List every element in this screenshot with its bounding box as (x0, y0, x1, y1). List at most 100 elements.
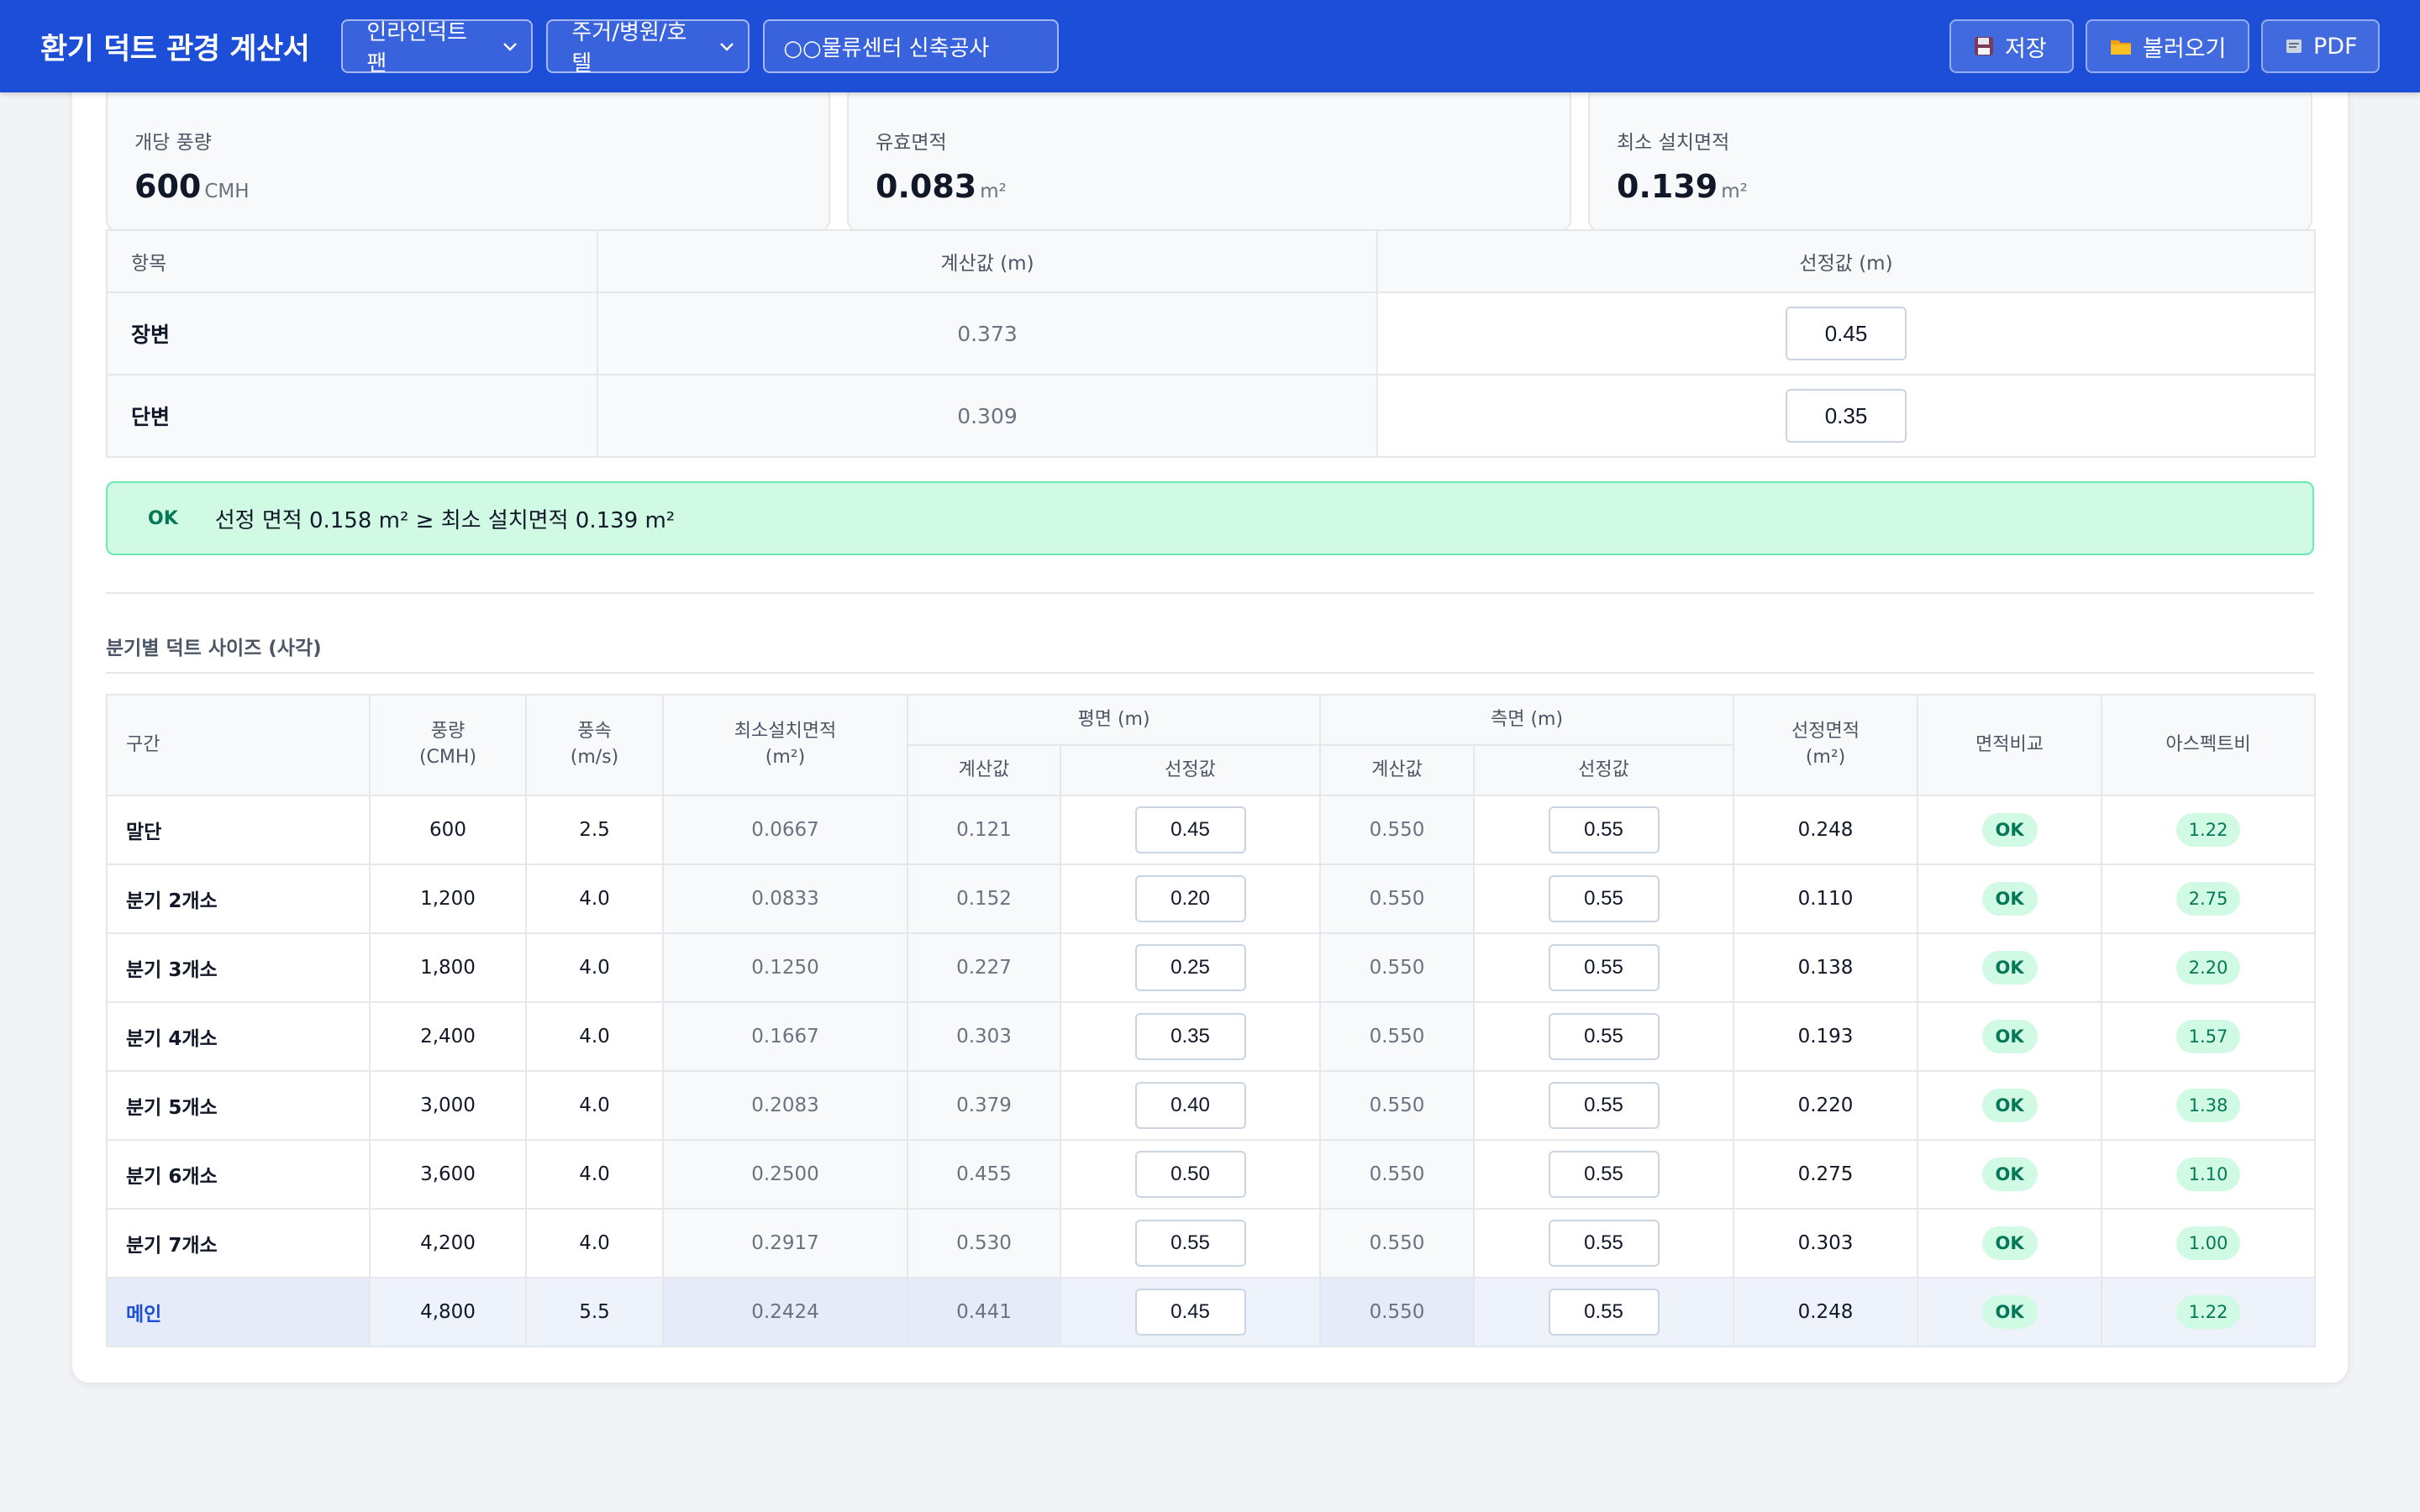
branch-velocity: 4.0 (525, 932, 664, 1003)
branch-selected-area: 0.275 (1733, 1139, 1919, 1210)
branch-table-body: 말단 600 2.5 0.0667 0.121 0.45 0.550 0.55 0.248 OK 1… (106, 795, 2317, 1347)
col-header-flow: 풍량 (CMH) (369, 694, 527, 796)
branch-plan-calc: 0.441 (907, 1277, 1061, 1347)
branch-flow: 600 (369, 795, 527, 865)
col-header-velocity: 풍속 (m/s) (525, 694, 664, 796)
load-button[interactable]: 불러오기 (2086, 19, 2249, 73)
project-name-input[interactable]: ○○물류센터 신축공사 (763, 19, 1060, 73)
branch-plan-calc: 0.379 (907, 1070, 1061, 1141)
col-header-side: 측면 (m) (1319, 694, 1735, 746)
pdf-button[interactable]: PDF (2261, 19, 2380, 73)
branch-selected-area: 0.220 (1733, 1070, 1919, 1141)
branch-selected-area: 0.248 (1733, 1277, 1919, 1347)
branch-side-selected-cell: 0.55 (1473, 795, 1735, 865)
col-header-selected: 선정값 (m) (1376, 229, 2316, 293)
side-selected-input[interactable]: 0.55 (1548, 1082, 1660, 1129)
plan-selected-input[interactable]: 0.50 (1134, 1151, 1246, 1198)
branch-name: 메인 (106, 1277, 371, 1347)
section-divider (106, 672, 2314, 674)
use-select[interactable]: 주거/병원/호텔 (546, 19, 750, 76)
side-selected-input[interactable]: 0.55 (1548, 1013, 1660, 1060)
table-row: 분기 2개소 1,200 4.0 0.0833 0.152 0.20 0.550 0.55 0.… (106, 864, 2317, 934)
branch-min-area: 0.0667 (662, 795, 908, 865)
branch-selected-area: 0.138 (1733, 932, 1919, 1003)
plan-selected-input[interactable]: 0.55 (1134, 1220, 1246, 1267)
col-header-calc: 계산값 (m) (597, 229, 1378, 293)
branch-compare-cell: OK (1917, 1070, 2103, 1141)
col-header-velocity-label: 풍속 (577, 721, 612, 743)
side-selected-input[interactable]: 0.55 (1548, 875, 1660, 922)
branch-side-selected-cell: 0.55 (1473, 932, 1735, 1003)
side-selected-input[interactable]: 0.55 (1548, 1151, 1660, 1198)
equipment-select-value: 인라인덕트팬 (366, 20, 467, 76)
aspect-ratio-badge: 1.22 (2176, 813, 2241, 847)
app-header: 환기 덕트 관경 계산서 인라인덕트팬 주거/병원/호텔 ○○물류센터 신축공사… (0, 0, 2420, 92)
branch-side-selected-cell: 0.55 (1473, 1070, 1735, 1141)
app-title: 환기 덕트 관경 계산서 (40, 32, 310, 66)
branch-name: 분기 7개소 (106, 1208, 371, 1278)
branch-name: 분기 6개소 (106, 1139, 371, 1210)
plan-selected-input[interactable]: 0.35 (1134, 1013, 1246, 1060)
summary-value: 0.139 m² (1617, 168, 1748, 205)
side-selected-input[interactable]: 0.55 (1548, 1220, 1660, 1267)
dimension-table-header: 항목 계산값 (m) 선정값 (m) (106, 229, 2316, 293)
table-row: 분기 5개소 3,000 4.0 0.2083 0.379 0.40 0.550 0.55 0.… (106, 1070, 2317, 1141)
aspect-ratio-badge: 1.22 (2176, 1295, 2241, 1329)
aspect-ratio-badge: 1.57 (2176, 1020, 2241, 1053)
area-check-banner: OK 선정 면적 0.158 m² ≥ 최소 설치면적 0.139 m² (106, 481, 2314, 555)
aspect-ratio-badge: 2.20 (2176, 951, 2241, 984)
branch-plan-selected-cell: 0.20 (1059, 864, 1322, 934)
summary-label: 유효면적 (876, 132, 947, 154)
col-header-min-area: 최소설치면적 (m²) (662, 694, 908, 796)
branch-side-selected-cell: 0.55 (1473, 1139, 1735, 1210)
plan-selected-input[interactable]: 0.25 (1134, 944, 1246, 991)
branch-plan-selected-cell: 0.45 (1059, 795, 1322, 865)
col-header-min-area-unit: (m²) (765, 747, 806, 768)
summary-unit: m² (980, 181, 1007, 202)
col-header-side-calc: 계산값 (1319, 744, 1476, 796)
chevron-down-icon (502, 36, 518, 56)
table-row: 분기 4개소 2,400 4.0 0.1667 0.303 0.35 0.550 0.55 0.… (106, 1001, 2317, 1072)
branch-compare-cell: OK (1917, 932, 2103, 1003)
plan-selected-input[interactable]: 0.45 (1134, 806, 1246, 853)
summary-number: 0.083 (876, 168, 977, 205)
load-button-label: 불러오기 (2143, 35, 2227, 62)
branch-plan-calc: 0.455 (907, 1139, 1061, 1210)
branch-name: 분기 4개소 (106, 1001, 371, 1072)
side-selected-input[interactable]: 0.55 (1548, 1289, 1660, 1336)
dimension-selected-cell: 0.45 (1376, 291, 2316, 375)
branch-velocity: 4.0 (525, 864, 664, 934)
plan-selected-input[interactable]: 0.45 (1134, 1289, 1246, 1336)
table-row: 단변 0.309 0.35 (106, 374, 2316, 458)
col-header-section: 구간 (106, 694, 371, 796)
branch-plan-selected-cell: 0.50 (1059, 1139, 1322, 1210)
branch-name: 분기 2개소 (106, 864, 371, 934)
side-selected-input[interactable]: 0.55 (1548, 944, 1660, 991)
plan-selected-input[interactable]: 0.40 (1134, 1082, 1246, 1129)
col-header-item: 항목 (106, 229, 598, 293)
branch-duct-table: 구간 풍량 (CMH) 풍속 (m/s) 최소설치면적 (m²) 평면 (m) … (106, 694, 2317, 1347)
save-button[interactable]: 저장 (1949, 19, 2074, 73)
branch-min-area: 0.1250 (662, 932, 908, 1003)
summary-value: 600 CMH (134, 168, 250, 205)
side-selected-input[interactable]: 0.55 (1548, 806, 1660, 853)
table-row: 장변 0.373 0.45 (106, 291, 2316, 375)
dimension-selected-cell: 0.35 (1376, 374, 2316, 458)
col-header-flow-label: 풍량 (430, 721, 466, 743)
branch-aspect-cell: 2.20 (2101, 932, 2317, 1003)
branch-min-area: 0.2424 (662, 1277, 908, 1347)
branch-aspect-cell: 1.22 (2101, 1277, 2317, 1347)
header-actions: 저장 불러오기 PDF (1949, 19, 2380, 73)
area-compare-badge: OK (1981, 813, 2038, 847)
branch-selected-area: 0.303 (1733, 1208, 1919, 1278)
equipment-select[interactable]: 인라인덕트팬 (341, 19, 534, 76)
branch-name: 말단 (106, 795, 371, 865)
long-side-input[interactable]: 0.45 (1786, 307, 1907, 360)
ok-tag: OK (148, 507, 178, 529)
branch-min-area: 0.0833 (662, 864, 908, 934)
plan-selected-input[interactable]: 0.20 (1134, 875, 1246, 922)
branch-selected-area: 0.110 (1733, 864, 1919, 934)
branch-flow: 4,200 (369, 1208, 527, 1278)
short-side-input[interactable]: 0.35 (1786, 389, 1907, 443)
branch-aspect-cell: 1.57 (2101, 1001, 2317, 1072)
